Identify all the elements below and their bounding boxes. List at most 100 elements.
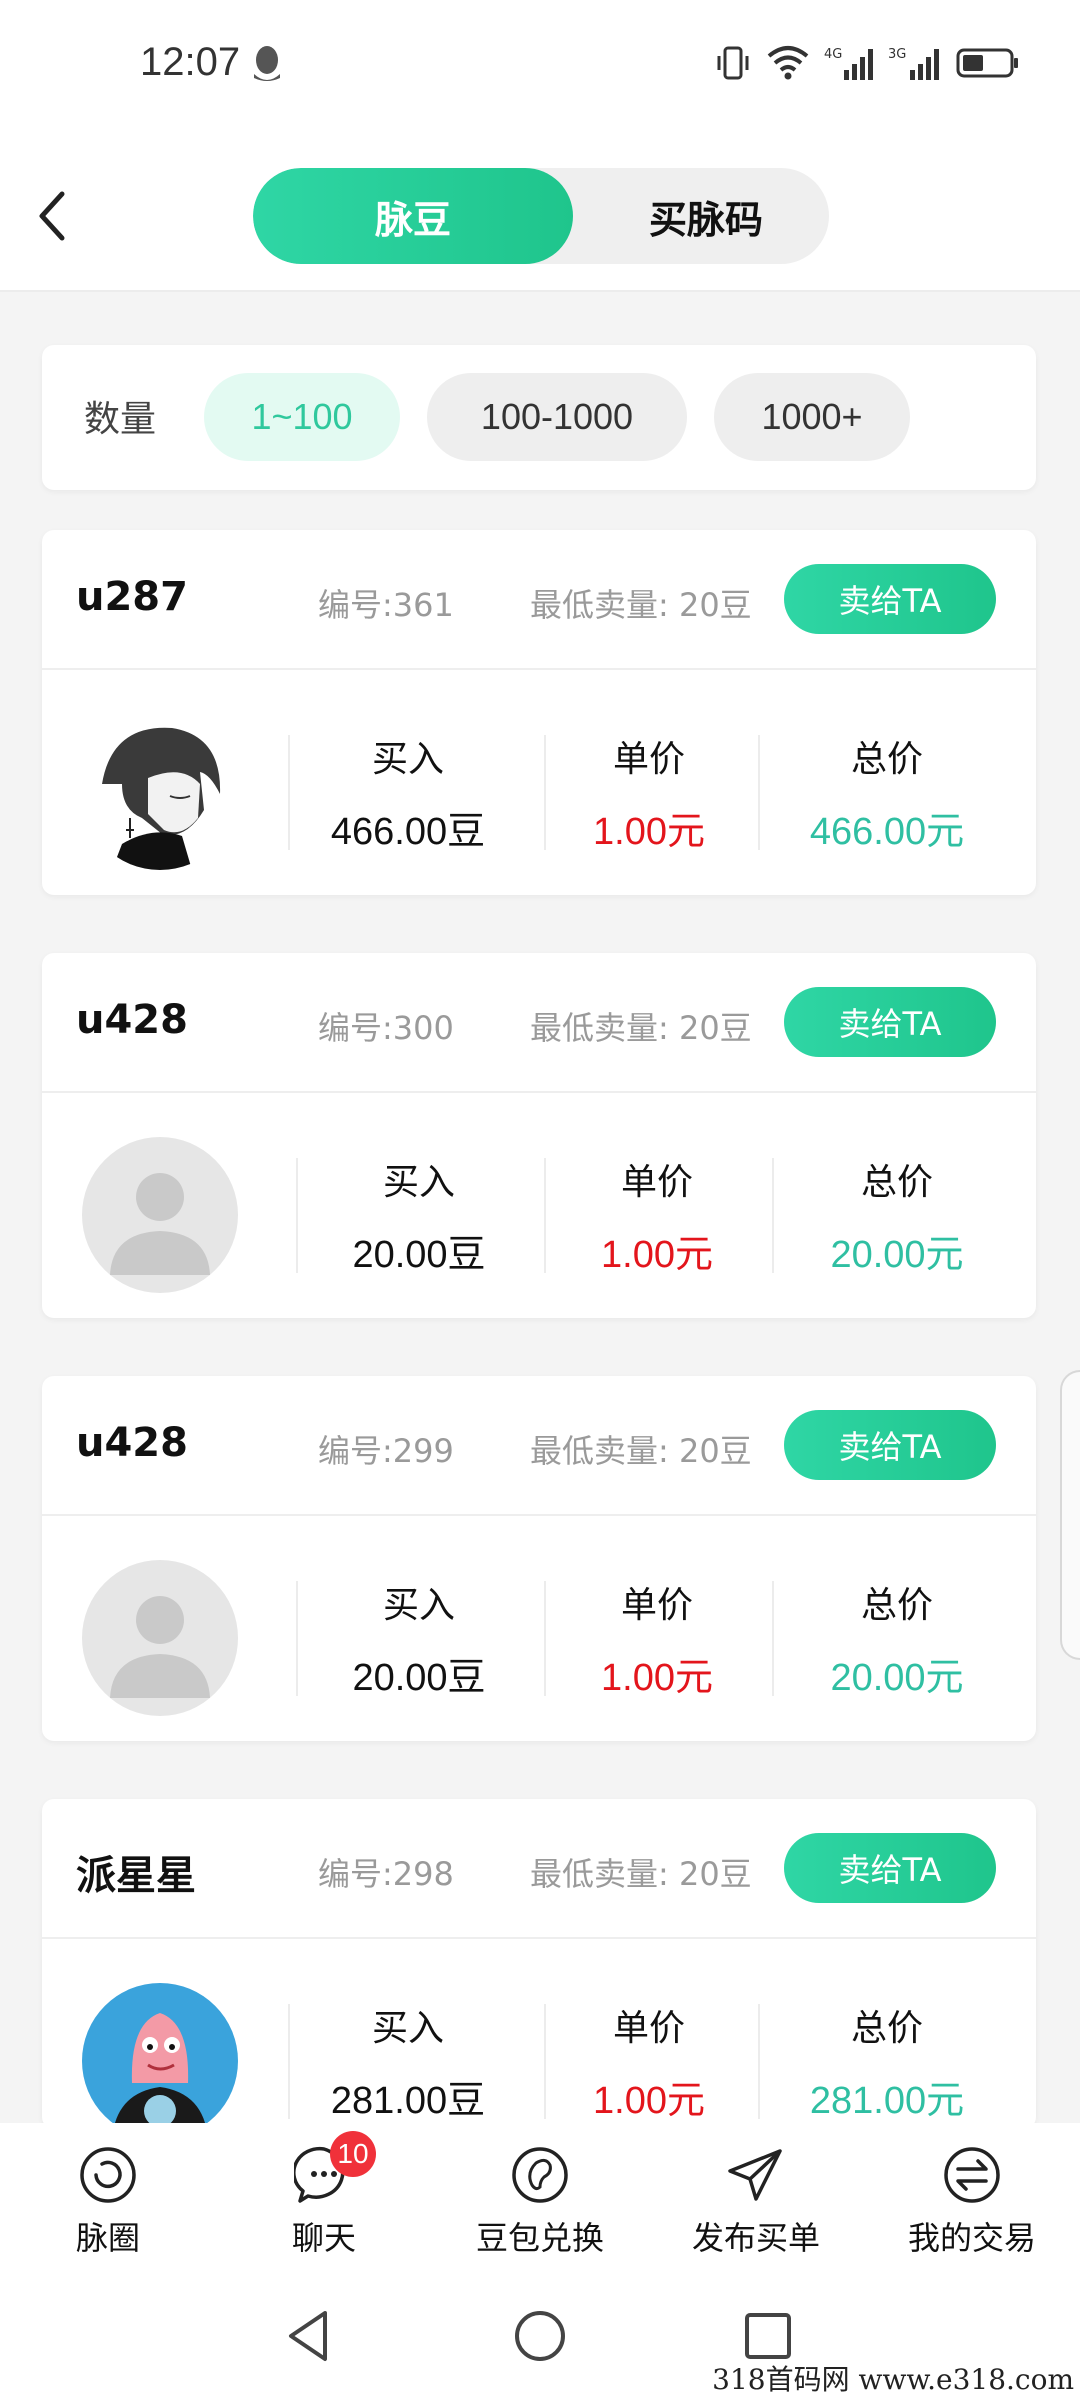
anime-boy-avatar-image bbox=[102, 727, 221, 870]
nav-label: 聊天 bbox=[291, 2219, 356, 2257]
buy-amount: 买入 281.00豆 bbox=[288, 1999, 528, 2124]
total-price-label: 总价 bbox=[860, 1162, 933, 1203]
header: 脉豆 买脉码 bbox=[0, 130, 1080, 292]
unit-price-value: 1.00元 bbox=[593, 2080, 705, 2122]
total-price-value: 20.00元 bbox=[830, 1657, 964, 1699]
order-number: 编号:361 bbox=[318, 586, 454, 624]
avatar bbox=[82, 714, 238, 870]
unit-price-value: 1.00元 bbox=[601, 1657, 713, 1699]
tab-buy-code[interactable]: 买脉码 bbox=[583, 168, 829, 264]
status-time: 12:07 bbox=[140, 40, 241, 84]
sell-to-them-button[interactable]: 卖给TA bbox=[784, 564, 996, 634]
buy-label: 买入 bbox=[371, 2008, 444, 2049]
listing-header: u428 编号:299 最低卖量: 20豆 卖给TA bbox=[42, 1376, 1036, 1516]
filter-label: 数量 bbox=[84, 399, 157, 440]
buy-amount: 买入 20.00豆 bbox=[296, 1153, 542, 1278]
tab-maidou[interactable]: 脉豆 bbox=[253, 168, 573, 264]
unit-price-label: 单价 bbox=[612, 739, 685, 780]
signal-4g-icon: 4G bbox=[824, 47, 873, 80]
nav-label: 我的交易 bbox=[907, 2219, 1036, 2257]
floating-side-handle[interactable] bbox=[1060, 1370, 1080, 1660]
system-back-icon[interactable] bbox=[275, 2301, 345, 2371]
min-sell-amount: 最低卖量: 20豆 bbox=[530, 1855, 752, 1893]
listing-card: u428 编号:300 最低卖量: 20豆 卖给TA 买入 20.00豆 单价 … bbox=[42, 953, 1036, 1318]
nav-item-post-buy-order[interactable]: 发布买单 bbox=[648, 2123, 864, 2273]
listing-card: u287 编号:361 最低卖量: 20豆 卖给TA 买入 466.00豆 单价… bbox=[42, 530, 1036, 895]
seller-name: u428 bbox=[76, 997, 188, 1043]
total-price-label: 总价 bbox=[850, 739, 923, 780]
sell-to-them-button[interactable]: 卖给TA bbox=[784, 1410, 996, 1480]
unit-price-value: 1.00元 bbox=[601, 1234, 713, 1276]
buy-value: 20.00豆 bbox=[352, 1234, 486, 1276]
quantity-filter: 数量 1~100 100-1000 1000+ bbox=[42, 345, 1036, 490]
listing-card: u428 编号:299 最低卖量: 20豆 卖给TA 买入 20.00豆 单价 … bbox=[42, 1376, 1036, 1741]
nav-item-my-trades[interactable]: 我的交易 bbox=[864, 2123, 1080, 2273]
unit-price-label: 单价 bbox=[620, 1585, 693, 1626]
buy-label: 买入 bbox=[382, 1585, 455, 1626]
qq-notification-icon bbox=[254, 46, 280, 81]
buy-amount: 买入 466.00豆 bbox=[288, 730, 528, 855]
avatar bbox=[82, 1983, 238, 2139]
total-price-label: 总价 bbox=[850, 2008, 923, 2049]
paper-plane-icon bbox=[728, 2149, 782, 2201]
sell-to-them-button[interactable]: 卖给TA bbox=[784, 1833, 996, 1903]
exchange-arrows-icon bbox=[944, 2147, 1000, 2203]
listing-body: 买入 20.00豆 单价 1.00元 总价 20.00元 bbox=[42, 1093, 1036, 1318]
unit-price: 单价 1.00元 bbox=[544, 1153, 770, 1278]
system-home-icon[interactable] bbox=[505, 2301, 575, 2371]
order-number: 编号:300 bbox=[318, 1009, 454, 1047]
svg-text:3G: 3G bbox=[888, 47, 906, 62]
min-sell-amount: 最低卖量: 20豆 bbox=[530, 586, 752, 624]
bean-icon bbox=[512, 2147, 568, 2203]
buy-label: 买入 bbox=[382, 1162, 455, 1203]
filter-chip-1-100[interactable]: 1~100 bbox=[204, 373, 400, 461]
listing-header: 派星星 编号:298 最低卖量: 20豆 卖给TA bbox=[42, 1799, 1036, 1939]
listing-card: 派星星 编号:298 最低卖量: 20豆 卖给TA 买入 281.00豆 单价 … bbox=[42, 1799, 1036, 2139]
unit-price-label: 单价 bbox=[620, 1162, 693, 1203]
buy-amount: 买入 20.00豆 bbox=[296, 1576, 542, 1701]
nav-item-chat[interactable]: 10 聊天 bbox=[216, 2123, 432, 2273]
min-sell-amount: 最低卖量: 20豆 bbox=[530, 1009, 752, 1047]
order-number: 编号:298 bbox=[318, 1855, 454, 1893]
watermark: 318首码网 www.e318.com bbox=[712, 2363, 1074, 2396]
buy-value: 281.00豆 bbox=[330, 2080, 486, 2122]
nav-label: 发布买单 bbox=[691, 2219, 820, 2257]
total-price: 总价 466.00元 bbox=[758, 730, 1016, 855]
buy-value: 466.00豆 bbox=[330, 811, 486, 853]
total-price: 总价 20.00元 bbox=[772, 1576, 1022, 1701]
buy-label: 买入 bbox=[371, 739, 444, 780]
total-price-label: 总价 bbox=[860, 1585, 933, 1626]
filter-chip-1000-plus[interactable]: 1000+ bbox=[714, 373, 910, 461]
status-bar: 12:07 4G 3G bbox=[0, 0, 1080, 130]
unread-badge: 10 bbox=[330, 2131, 376, 2177]
tab-buy-code-label: 买脉码 bbox=[648, 197, 763, 242]
unit-price: 单价 1.00元 bbox=[544, 1576, 770, 1701]
seller-name: u287 bbox=[76, 574, 188, 620]
default-avatar-icon bbox=[110, 1173, 210, 1275]
nav-item-maiquan[interactable]: 脉圈 bbox=[0, 2123, 216, 2273]
listing-body: 买入 466.00豆 单价 1.00元 总价 466.00元 bbox=[42, 670, 1036, 895]
seller-name: u428 bbox=[76, 1420, 188, 1466]
back-arrow-icon[interactable] bbox=[30, 186, 80, 246]
buy-value: 20.00豆 bbox=[352, 1657, 486, 1699]
circle-refresh-icon bbox=[80, 2147, 136, 2203]
tab-maidou-label: 脉豆 bbox=[374, 197, 451, 242]
nav-item-bean-exchange[interactable]: 豆包兑换 bbox=[432, 2123, 648, 2273]
filter-chip-100-1000[interactable]: 100-1000 bbox=[427, 373, 687, 461]
order-number: 编号:299 bbox=[318, 1432, 454, 1470]
nav-label: 脉圈 bbox=[75, 2219, 140, 2257]
min-sell-amount: 最低卖量: 20豆 bbox=[530, 1432, 752, 1470]
unit-price: 单价 1.00元 bbox=[544, 730, 754, 855]
total-price-value: 466.00元 bbox=[809, 811, 965, 853]
avatar bbox=[82, 1560, 238, 1716]
default-avatar-icon bbox=[110, 1596, 210, 1698]
tab-switch: 脉豆 买脉码 bbox=[253, 168, 829, 264]
sell-to-them-button[interactable]: 卖给TA bbox=[784, 987, 996, 1057]
total-price-value: 20.00元 bbox=[830, 1234, 964, 1276]
unit-price-value: 1.00元 bbox=[593, 811, 705, 853]
avatar bbox=[82, 1137, 238, 1293]
signal-3g-icon: 3G bbox=[888, 47, 939, 80]
total-price: 总价 281.00元 bbox=[758, 1999, 1016, 2124]
bottom-nav: 脉圈 10 聊天 豆包兑换 发布买单 我的交易 bbox=[0, 2123, 1080, 2273]
unit-price-label: 单价 bbox=[612, 2008, 685, 2049]
